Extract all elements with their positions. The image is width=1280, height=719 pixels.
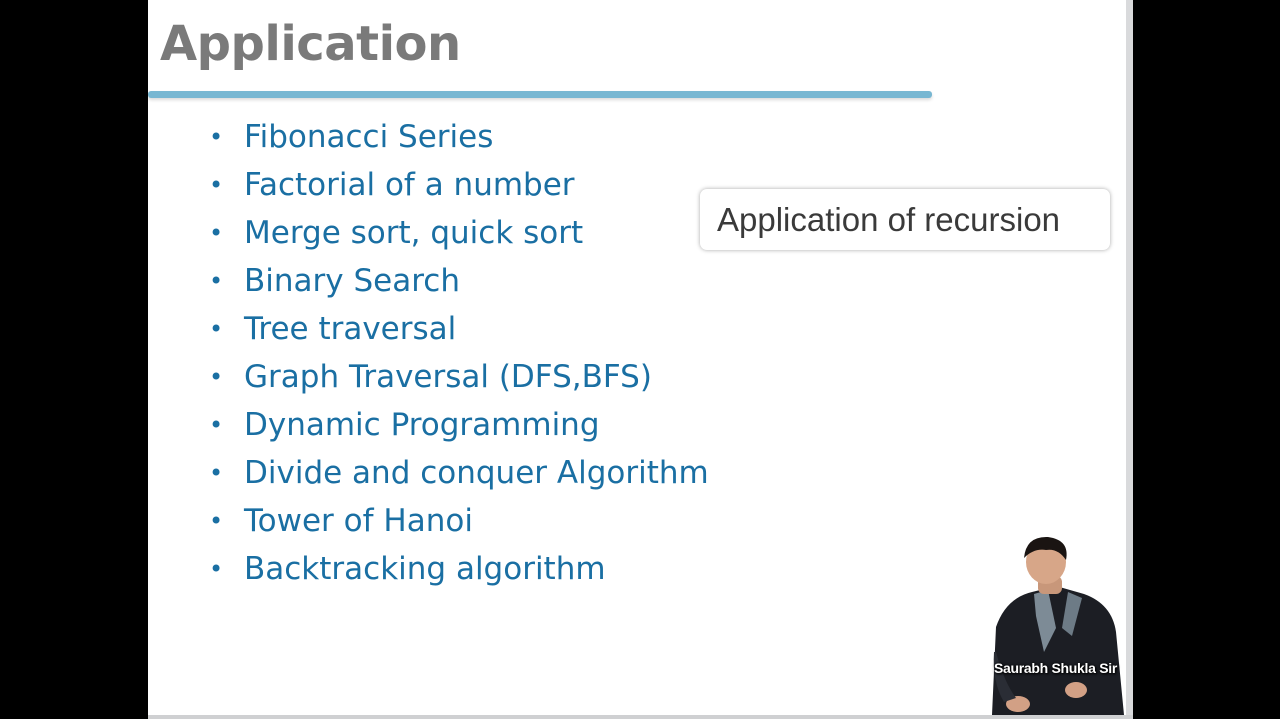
bullet-item: • Divide and conquer Algorithm — [204, 449, 709, 497]
bullet-dot-icon: • — [209, 267, 224, 295]
bullet-dot-icon: • — [209, 507, 224, 535]
bullet-item: • Dynamic Programming — [204, 401, 709, 449]
bullet-item: • Binary Search — [204, 257, 709, 305]
bullet-item: • Tree traversal — [204, 305, 709, 353]
bullet-text: Tree traversal — [244, 311, 457, 347]
bullet-dot-icon: • — [209, 219, 224, 247]
bullet-text: Tower of Hanoi — [244, 503, 473, 539]
bullet-dot-icon: • — [209, 411, 224, 439]
bullet-item: • Backtracking algorithm — [204, 545, 709, 593]
bullet-dot-icon: • — [209, 555, 224, 583]
bullet-item: • Fibonacci Series — [204, 113, 709, 161]
slide-bottom-border — [148, 715, 1133, 719]
presenter-photo-icon — [992, 536, 1124, 715]
bullet-dot-icon: • — [209, 123, 224, 151]
bullet-text: Divide and conquer Algorithm — [244, 455, 709, 491]
bullet-dot-icon: • — [209, 315, 224, 343]
recursion-callout: Application of recursion — [700, 189, 1110, 250]
bullet-dot-icon: • — [209, 171, 224, 199]
bullet-list: • Fibonacci Series • Factorial of a number… — [204, 113, 709, 593]
bullet-item: • Tower of Hanoi — [204, 497, 709, 545]
presenter-overlay: Saurabh Shukla Sir — [986, 532, 1126, 715]
bullet-dot-icon: • — [209, 363, 224, 391]
slide: Application • Fibonacci Series • Factorial… — [148, 0, 1126, 715]
slide-right-border — [1126, 0, 1133, 715]
bullet-dot-icon: • — [209, 459, 224, 487]
bullet-item: • Factorial of a number — [204, 161, 709, 209]
bullet-text: Binary Search — [244, 263, 460, 299]
slide-title: Application — [160, 16, 461, 72]
bullet-item: • Merge sort, quick sort — [204, 209, 709, 257]
bullet-text: Merge sort, quick sort — [244, 215, 584, 251]
bullet-text: Backtracking algorithm — [244, 551, 606, 587]
bullet-text: Fibonacci Series — [244, 119, 494, 155]
presenter-name-caption: Saurabh Shukla Sir — [994, 660, 1117, 676]
bullet-text: Factorial of a number — [244, 167, 575, 203]
bullet-text: Dynamic Programming — [244, 407, 600, 443]
bullet-item: • Graph Traversal (DFS,BFS) — [204, 353, 709, 401]
title-underline — [148, 91, 932, 98]
bullet-text: Graph Traversal (DFS,BFS) — [244, 359, 652, 395]
